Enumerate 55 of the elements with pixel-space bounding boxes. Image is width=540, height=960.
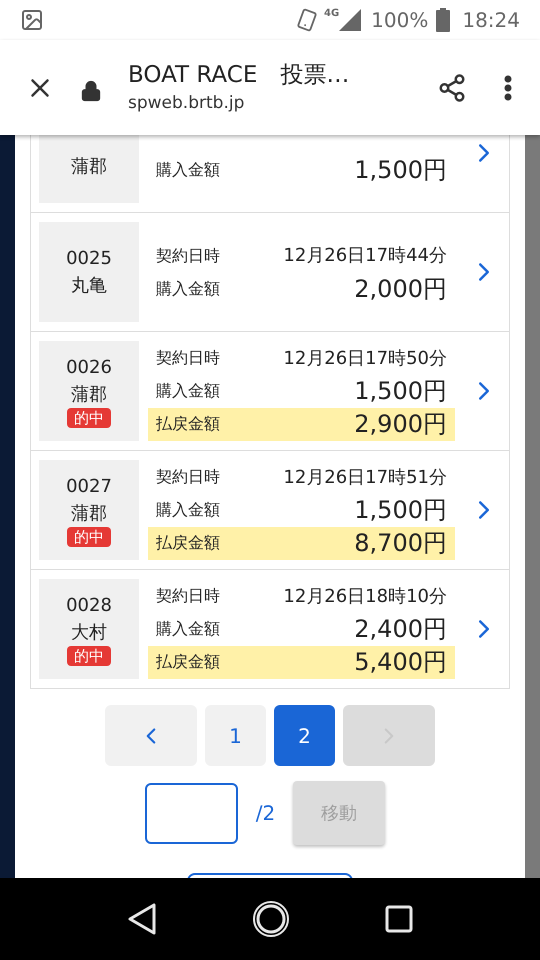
date-label: 契約日時 [156,466,220,488]
amount-label: 購入金額 [156,278,220,300]
date-value: 12月26日17時44分 [283,244,447,268]
amount-label: 購入金額 [156,618,220,640]
total-pages: /2 [256,800,276,827]
page-title: BOAT RACE 投票… [128,60,350,90]
image-icon [20,8,44,32]
venue-name: 蒲郡 [71,155,107,179]
hit-badge: 的中 [67,408,111,428]
hit-badge: 的中 [67,646,111,666]
network-label: 4G [324,7,340,21]
battery-icon [436,8,450,32]
share-icon [437,72,467,102]
venue-name: 蒲郡 [71,502,107,526]
ticket-number: 0025 [66,247,112,271]
payout-value: 8,700円 [354,528,447,559]
battery-percent: 100% [371,7,428,34]
amount-value: 2,400円 [354,614,447,645]
amount-value: 1,500円 [354,154,447,186]
ticket-number: 0028 [66,594,112,618]
payout-label: 払戻金額 [156,651,220,673]
date-label: 契約日時 [156,244,220,266]
venue-name: 丸亀 [71,274,107,298]
hit-badge: 的中 [67,527,111,547]
date-value: 12月26日17時50分 [283,346,447,370]
recents-icon[interactable] [384,905,413,933]
venue-name: 蒲郡 [71,383,107,407]
page-number-button[interactable]: 2 [274,705,335,766]
lock-icon [80,80,102,102]
home-icon[interactable] [252,900,290,938]
amount-value: 1,500円 [354,495,447,526]
date-label: 契約日時 [156,347,220,369]
clock-time: 18:24 [462,7,520,34]
more-icon [504,74,512,100]
page-url: spweb.brtb.jp [128,92,246,115]
back-icon[interactable] [127,902,158,936]
date-value: 12月26日17時51分 [283,466,447,490]
payout-label: 払戻金額 [156,413,220,435]
amount-label: 購入金額 [156,380,220,402]
amount-label: 購入金額 [156,499,220,521]
amount-value: 1,500円 [354,376,447,407]
page-number-input[interactable] [144,782,238,844]
venue-name: 大村 [71,621,107,645]
ticket-number: 0027 [66,475,112,499]
page-number-button[interactable]: 1 [205,705,266,766]
ticket-number: 0026 [66,356,112,380]
signal-icon [339,9,362,31]
amount-value: 2,000円 [354,274,447,304]
payout-value: 2,900円 [354,409,447,440]
ticket-row[interactable]: 蒲郡 購入金額 1,500円 [31,135,509,213]
amount-label: 購入金額 [156,158,220,180]
payout-value: 5,400円 [354,647,447,678]
payout-label: 払戻金額 [156,532,220,554]
date-label: 契約日時 [156,585,220,607]
date-value: 12月26日18時10分 [283,584,447,608]
